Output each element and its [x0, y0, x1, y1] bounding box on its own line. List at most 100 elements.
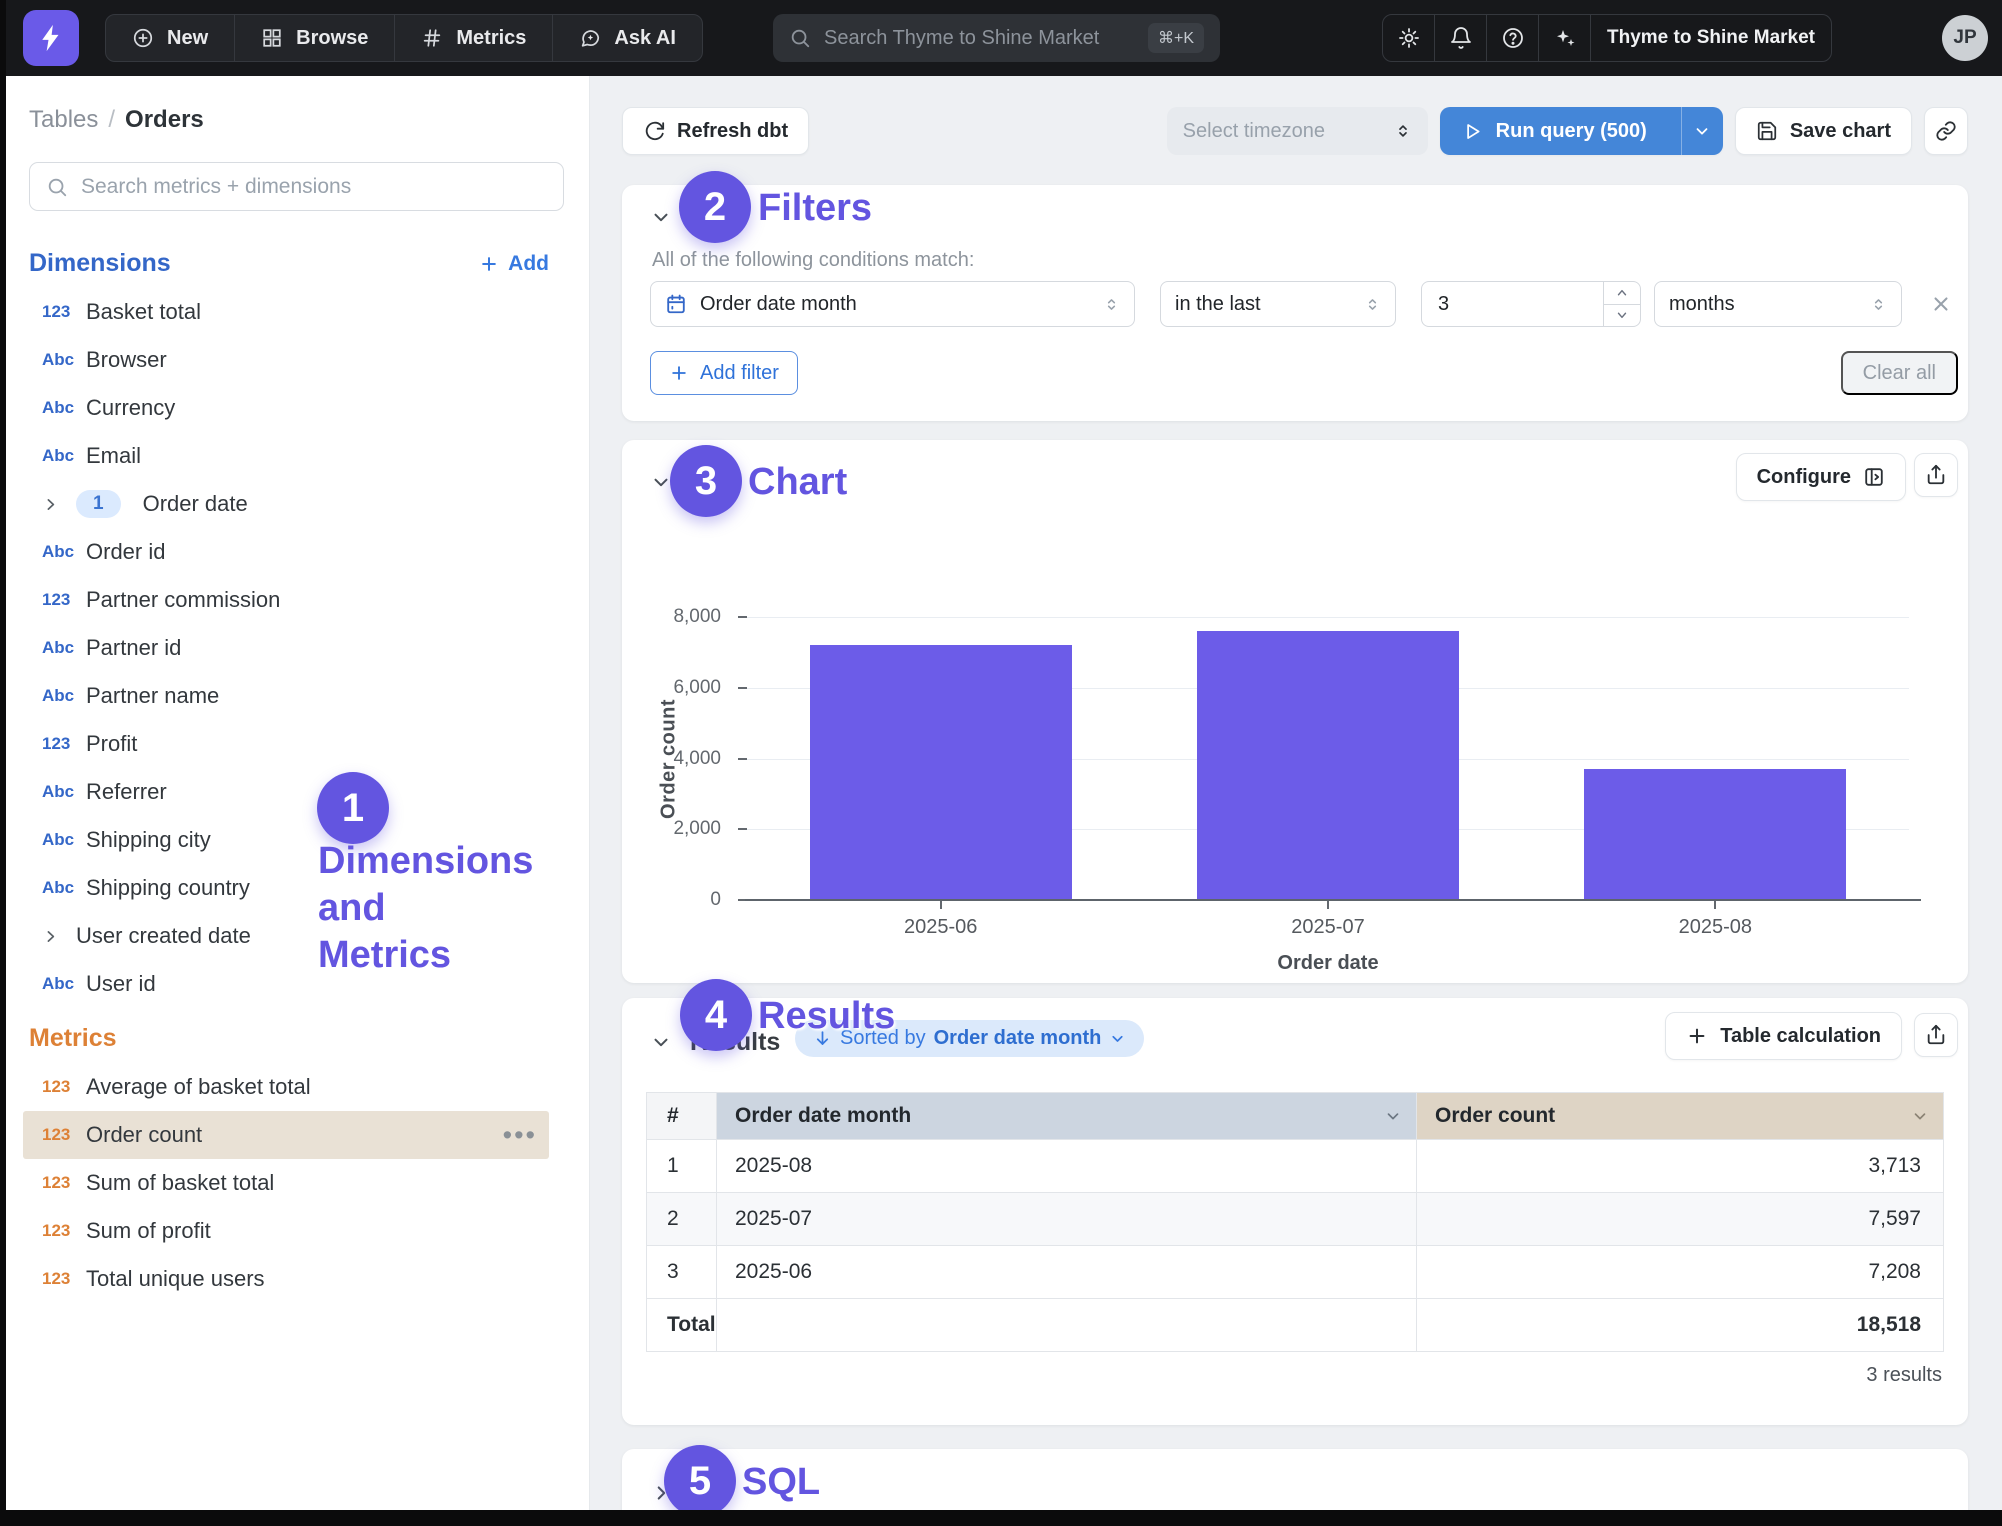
sidebar-item-basket-total[interactable]: 123Basket total [23, 288, 549, 336]
chevron-down-icon [1109, 1030, 1126, 1047]
field-type-icon: 123 [42, 1221, 86, 1241]
cell-order-date-month[interactable]: 2025-06 [717, 1246, 1417, 1299]
keyboard-shortcut-badge: ⌘+K [1148, 23, 1204, 53]
plus-icon [669, 363, 689, 383]
table-row[interactable]: 32025-067,208 [647, 1246, 1944, 1299]
chart-section: Configure 02,0004,0006,0008,0002025-0620… [622, 440, 1968, 983]
sidebar-item-total-unique-users[interactable]: 123Total unique users [23, 1255, 549, 1303]
fields-search-input[interactable] [81, 175, 547, 199]
collapse-filters-icon[interactable] [650, 206, 672, 228]
breadcrumb-tables[interactable]: Tables [29, 106, 98, 133]
refresh-icon [643, 120, 665, 142]
cell-order-count[interactable]: 7,597 [1417, 1193, 1944, 1246]
cell-order-date-month[interactable]: 2025-07 [717, 1193, 1417, 1246]
table-calculation-button[interactable]: Table calculation [1665, 1012, 1902, 1060]
export-results-button[interactable] [1914, 1013, 1958, 1057]
user-avatar[interactable]: JP [1942, 15, 1988, 61]
add-dimension-button[interactable]: Add [479, 252, 549, 276]
annotation-label-4: Results [758, 993, 895, 1040]
total-empty-cell [717, 1299, 1417, 1352]
add-filter-button[interactable]: Add filter [650, 351, 798, 395]
chevron-right-icon[interactable] [42, 928, 76, 945]
sidebar-item-order-count[interactable]: 123Order count••• [23, 1111, 549, 1159]
filter-operator-select[interactable]: in the last [1160, 281, 1396, 327]
dimensions-section-header: Dimensions Add [29, 249, 549, 278]
y-tick-label: 6,000 [637, 677, 721, 699]
filter-field-select[interactable]: Order date month [650, 281, 1135, 327]
column-menu-icon[interactable] [1911, 1107, 1929, 1125]
timezone-select[interactable]: Select timezone [1167, 107, 1428, 155]
sidebar-item-partner-name[interactable]: AbcPartner name [23, 672, 549, 720]
column-menu-icon[interactable] [1384, 1107, 1402, 1125]
bar-2025-08[interactable] [1584, 769, 1846, 900]
filter-unit-select[interactable]: months [1654, 281, 1902, 327]
app-logo[interactable] [23, 10, 79, 66]
sidebar-item-label: Sum of profit [86, 1218, 211, 1244]
sidebar-item-order-date[interactable]: 1Order date [23, 480, 549, 528]
table-row[interactable]: 22025-077,597 [647, 1193, 1944, 1246]
cell-order-count[interactable]: 7,208 [1417, 1246, 1944, 1299]
stepper-up-button[interactable] [1604, 282, 1640, 305]
collapse-results-icon[interactable] [650, 1031, 672, 1053]
nav-item-ask-ai[interactable]: Ask AI [552, 15, 702, 61]
share-icon [1925, 464, 1947, 486]
bell-icon [1449, 26, 1473, 50]
sparkles-icon [1553, 26, 1577, 50]
more-options-icon[interactable]: ••• [503, 1130, 537, 1140]
chevron-right-icon[interactable] [42, 496, 76, 513]
ai-assistant-button[interactable] [1539, 15, 1591, 61]
sidebar-item-email[interactable]: AbcEmail [23, 432, 549, 480]
remove-filter-button[interactable] [1930, 293, 1952, 315]
org-name[interactable]: Thyme to Shine Market [1591, 15, 1831, 61]
run-query-button[interactable]: Run query (500) [1440, 107, 1723, 155]
sidebar-item-partner-commission[interactable]: 123Partner commission [23, 576, 549, 624]
filter-value-input[interactable] [1421, 281, 1641, 327]
help-button[interactable] [1487, 15, 1539, 61]
x-tick-label: 2025-07 [1218, 916, 1438, 939]
field-type-icon: 123 [42, 1173, 86, 1193]
collapse-chart-icon[interactable] [650, 471, 672, 493]
column-header-order-count[interactable]: Order count [1417, 1093, 1944, 1140]
sidebar-item-sum-of-basket-total[interactable]: 123Sum of basket total [23, 1159, 549, 1207]
refresh-dbt-button[interactable]: Refresh dbt [622, 107, 809, 155]
clear-all-filters-button[interactable]: Clear all [1841, 351, 1958, 395]
sidebar-item-partner-id[interactable]: AbcPartner id [23, 624, 549, 672]
save-chart-button[interactable]: Save chart [1735, 107, 1912, 155]
configure-chart-button[interactable]: Configure [1736, 453, 1906, 501]
field-type-icon: Abc [42, 830, 86, 850]
share-link-button[interactable] [1924, 107, 1968, 155]
field-type-icon: Abc [42, 542, 86, 562]
column-header-order-date-month[interactable]: Order date month [717, 1093, 1417, 1140]
stepper-down-button[interactable] [1604, 305, 1640, 327]
settings-button[interactable] [1383, 15, 1435, 61]
row-index: 1 [647, 1140, 717, 1193]
sidebar-item-referrer[interactable]: AbcReferrer [23, 768, 549, 816]
sidebar-item-label: Partner name [86, 683, 219, 709]
field-type-icon: Abc [42, 638, 86, 658]
floppy-disk-icon [1756, 120, 1778, 142]
sidebar-item-profit[interactable]: 123Profit [23, 720, 549, 768]
cell-order-date-month[interactable]: 2025-08 [717, 1140, 1417, 1193]
bar-2025-06[interactable] [810, 645, 1072, 900]
sidebar-item-order-id[interactable]: AbcOrder id [23, 528, 549, 576]
run-query-dropdown[interactable] [1681, 107, 1723, 155]
sidebar-item-label: Currency [86, 395, 175, 421]
nav-item-new[interactable]: New [106, 15, 234, 61]
cell-order-count[interactable]: 3,713 [1417, 1140, 1944, 1193]
table-row[interactable]: 12025-083,713 [647, 1140, 1944, 1193]
filter-value-field[interactable] [1422, 293, 1592, 316]
nav-item-metrics[interactable]: Metrics [394, 15, 552, 61]
sidebar-item-currency[interactable]: AbcCurrency [23, 384, 549, 432]
bar-2025-07[interactable] [1197, 631, 1459, 900]
fields-search[interactable] [29, 162, 564, 211]
sidebar-item-average-of-basket-total[interactable]: 123Average of basket total [23, 1063, 549, 1111]
export-chart-button[interactable] [1914, 453, 1958, 497]
sidebar-item-label: Email [86, 443, 141, 469]
notifications-button[interactable] [1435, 15, 1487, 61]
sidebar-item-browser[interactable]: AbcBrowser [23, 336, 549, 384]
sidebar-item-sum-of-profit[interactable]: 123Sum of profit [23, 1207, 549, 1255]
global-search-input[interactable] [824, 27, 1135, 50]
global-search[interactable]: ⌘+K [773, 14, 1220, 62]
field-type-icon: Abc [42, 686, 86, 706]
nav-item-browse[interactable]: Browse [234, 15, 394, 61]
